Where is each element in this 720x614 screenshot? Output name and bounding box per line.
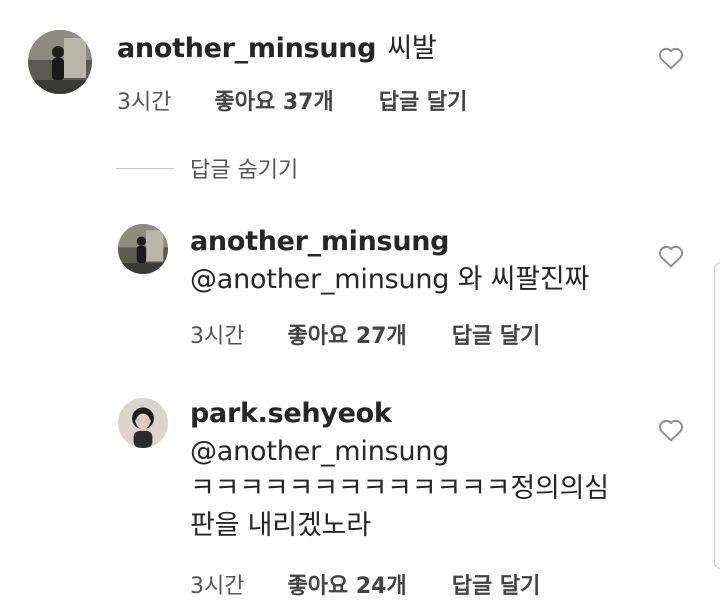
hide-replies-label[interactable]: 답글 숨기기 <box>190 152 298 184</box>
reply-likes[interactable]: 좋아요 27개 <box>287 318 406 350</box>
reply-meta: 3시간 좋아요 24개 답글 달기 <box>190 568 540 600</box>
comment-time: 3시간 <box>117 90 172 115</box>
reply-text-line: @another_minsung <box>190 436 450 467</box>
reply-text-line: 판을 내리겠노라 <box>190 510 371 541</box>
reply-time: 3시간 <box>190 324 245 349</box>
comment-text: 씨발 <box>387 33 437 64</box>
divider <box>116 167 174 169</box>
reply-button[interactable]: 답글 달기 <box>452 318 541 350</box>
reply-meta: 3시간 좋아요 27개 답글 달기 <box>190 318 540 350</box>
reply: park.sehyeok @another_minsung ㅋㅋㅋㅋㅋㅋㅋㅋㅋㅋ… <box>190 398 660 544</box>
comment-meta: 3시간 좋아요 37개 답글 달기 <box>117 84 467 116</box>
reply-likes[interactable]: 좋아요 24개 <box>287 568 406 600</box>
scrollbar[interactable] <box>714 262 720 569</box>
reply-time: 3시간 <box>190 574 245 599</box>
hide-replies-toggle[interactable]: 답글 숨기기 <box>116 152 298 184</box>
reply-button[interactable]: 답글 달기 <box>452 568 541 600</box>
heart-icon[interactable] <box>658 46 684 70</box>
avatar[interactable] <box>118 224 168 274</box>
reply-text-line: ㅋㅋㅋㅋㅋㅋㅋㅋㅋㅋㅋㅋㅋ정의의심 <box>190 473 609 504</box>
reply-button[interactable]: 답글 달기 <box>379 84 468 116</box>
comment: another_minsung 씨발 <box>117 30 437 67</box>
heart-icon[interactable] <box>658 418 684 442</box>
reply-username[interactable]: park.sehyeok <box>190 398 660 429</box>
avatar[interactable] <box>118 398 168 448</box>
heart-icon[interactable] <box>658 244 684 268</box>
reply: another_minsung @another_minsung 와 씨팔진짜 <box>190 226 660 298</box>
reply-username[interactable]: another_minsung <box>190 226 660 257</box>
comment-username[interactable]: another_minsung <box>117 33 377 64</box>
comment-likes[interactable]: 좋아요 37개 <box>214 84 333 116</box>
avatar[interactable] <box>28 30 92 94</box>
reply-text: @another_minsung 와 씨팔진짜 <box>190 264 590 295</box>
